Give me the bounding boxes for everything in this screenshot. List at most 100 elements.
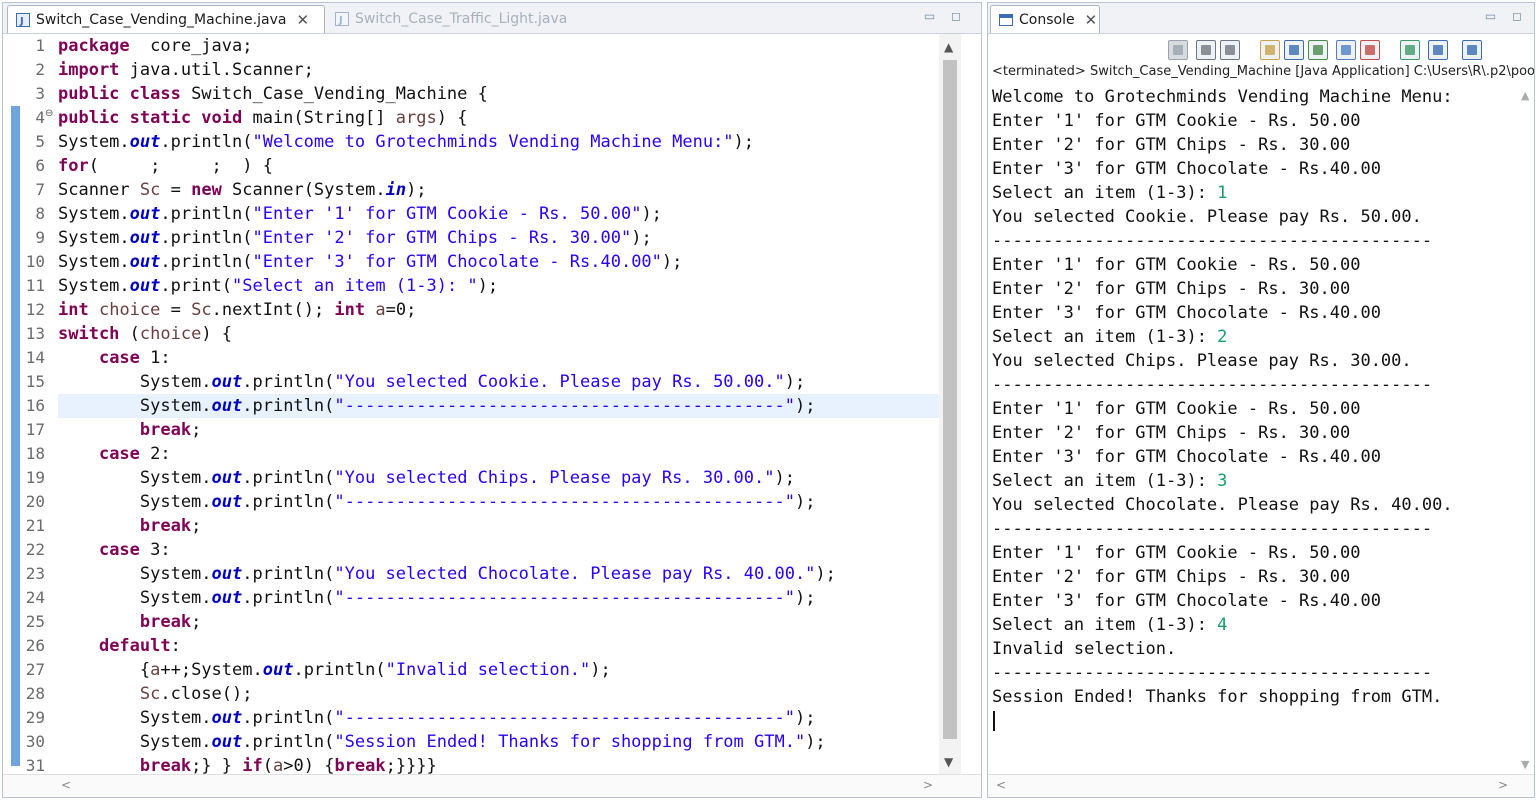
code-line[interactable]: System.out.println("--------------------… — [58, 586, 939, 610]
line-number: 14 — [25, 348, 45, 367]
code-area[interactable]: package core_java; import java.util.Scann… — [58, 34, 939, 776]
code-token: out — [211, 588, 243, 608]
code-line[interactable]: System.out.println("--------------------… — [58, 706, 939, 730]
close-icon[interactable]: ✕ — [296, 11, 309, 29]
code-token: break — [139, 756, 192, 776]
code-token: out — [211, 732, 243, 752]
code-line[interactable]: for( ; ; ) { — [58, 154, 939, 178]
console-line: ----------------------------------------… — [992, 373, 1432, 397]
code-token: for — [58, 156, 89, 176]
code-token: ); — [590, 660, 611, 680]
close-icon[interactable]: ✕ — [1085, 11, 1098, 29]
code-token: "Select an item (1-3): " — [232, 276, 478, 296]
code-token: System. — [58, 396, 212, 416]
code-token: { — [58, 660, 151, 680]
console-horizontal-scrollbar[interactable]: < > — [988, 774, 1534, 797]
scroll-down-icon[interactable]: ▼ — [1521, 758, 1529, 771]
code-line[interactable]: public class Switch_Case_Vending_Machine… — [58, 82, 939, 106]
scroll-thumb[interactable] — [943, 60, 957, 739]
word-wrap-icon[interactable] — [1308, 40, 1328, 60]
console-line: Enter '3' for GTM Chocolate - Rs.40.00 — [992, 301, 1381, 325]
remove-all-icon[interactable] — [1220, 40, 1240, 60]
code-line[interactable]: break; — [58, 418, 939, 442]
scroll-down-icon[interactable]: ▼ — [944, 755, 953, 769]
tab-vending-machine[interactable]: J Switch_Case_Vending_Machine.java ✕ — [7, 5, 325, 33]
console-window-controls[interactable]: ▭ ◻ — [1485, 9, 1528, 23]
code-line[interactable]: case 1: — [58, 346, 939, 370]
svg-text:J: J — [338, 15, 343, 26]
code-line[interactable]: System.out.println("Enter '2' for GTM Ch… — [58, 226, 939, 250]
code-line[interactable]: System.out.println("Enter '1' for GTM Co… — [58, 202, 939, 226]
code-line[interactable]: System.out.println("Session Ended! Thank… — [58, 730, 939, 754]
code-line[interactable]: System.out.println("You selected Chocola… — [58, 562, 939, 586]
code-line[interactable]: System.out.println("You selected Cookie.… — [58, 370, 939, 394]
code-token: ); — [406, 180, 427, 200]
code-token: "Session Ended! Thanks for shopping from… — [334, 732, 806, 752]
code-line[interactable]: Sc.close(); — [58, 682, 939, 706]
code-token: out — [129, 204, 161, 224]
code-line[interactable]: int choice = Sc.nextInt(); int a=0; — [58, 298, 939, 322]
code-line[interactable]: public static void main(String[] args) { — [58, 106, 939, 130]
code-line[interactable]: System.out.println("You selected Chips. … — [58, 466, 939, 490]
tab-traffic-light[interactable]: J Switch_Case_Traffic_Light.java — [327, 5, 567, 33]
code-token: case — [98, 444, 140, 464]
code-line[interactable]: package core_java; — [58, 34, 939, 58]
tab-console[interactable]: Console ✕ — [990, 5, 1100, 33]
code-line[interactable]: break; — [58, 514, 939, 538]
code-line[interactable]: Scanner Sc = new Scanner(System.in); — [58, 178, 939, 202]
line-number: 23 — [25, 564, 45, 583]
terminate-icon[interactable] — [1168, 40, 1188, 60]
console-text: ----------------------------------------… — [992, 663, 1433, 683]
code-line[interactable]: System.out.print("Select an item (1-3): … — [58, 274, 939, 298]
editor-horizontal-scrollbar[interactable]: < > — [3, 774, 981, 797]
clear-console-icon[interactable] — [1260, 40, 1280, 60]
code-line[interactable]: case 3: — [58, 538, 939, 562]
code-token: .println( — [160, 228, 253, 248]
scroll-right-icon[interactable]: > — [923, 778, 933, 792]
code-line[interactable]: System.out.println("Welcome to Grotechmi… — [58, 130, 939, 154]
show-stderr-icon[interactable] — [1360, 40, 1380, 60]
line-number: 7 — [35, 180, 45, 199]
code-line[interactable]: System.out.println("Enter '3' for GTM Ch… — [58, 250, 939, 274]
scroll-up-icon[interactable]: ▲ — [1521, 89, 1529, 102]
code-line[interactable]: import java.util.Scanner; — [58, 58, 939, 82]
code-token: 3: — [139, 540, 171, 560]
pin-console-icon[interactable] — [1400, 40, 1420, 60]
console-line: Enter '2' for GTM Chips - Rs. 30.00 — [992, 421, 1350, 445]
code-editor[interactable]: 1 2 3 4 ⊖ 5 6 7 8 9 10 11 12 13 14 15 16 17 18 19 20 21 22 23 24… — [3, 34, 981, 776]
open-console-icon[interactable] — [1462, 40, 1482, 60]
editor-vertical-scrollbar[interactable]: ▲ ▼ — [939, 34, 961, 775]
scroll-up-icon[interactable]: ▲ — [944, 40, 953, 54]
fold-icon[interactable]: ⊖ — [45, 102, 53, 126]
code-line[interactable]: {a++;System.out.println("Invalid selecti… — [58, 658, 939, 682]
console-output[interactable]: Welcome to Grotechminds Vending Machine … — [992, 85, 1516, 775]
scroll-lock-icon[interactable] — [1284, 40, 1304, 60]
show-stdout-icon[interactable] — [1336, 40, 1356, 60]
scroll-left-icon[interactable]: < — [996, 778, 1006, 792]
display-console-icon[interactable] — [1428, 40, 1448, 60]
console-line: ----------------------------------------… — [992, 229, 1432, 253]
remove-launch-icon[interactable] — [1196, 40, 1216, 60]
code-line[interactable]: System.out.println("--------------------… — [58, 490, 939, 514]
code-line[interactable]: System.out.println("--------------------… — [58, 394, 939, 418]
code-token: .println( — [242, 468, 335, 488]
code-line[interactable]: break; — [58, 610, 939, 634]
code-line[interactable]: case 2: — [58, 442, 939, 466]
code-token: out — [211, 564, 243, 584]
scroll-left-icon[interactable]: < — [61, 778, 71, 792]
scroll-right-icon[interactable]: > — [1498, 778, 1508, 792]
code-line[interactable]: switch (choice) { — [58, 322, 939, 346]
code-token: ); — [805, 732, 826, 752]
java-file-icon: J — [335, 12, 349, 26]
pin-console-icon-glyph — [1405, 45, 1415, 55]
code-token: System. — [58, 228, 130, 248]
console-vertical-scrollbar[interactable]: ▲ ▼ — [1518, 85, 1534, 775]
code-token: break — [139, 516, 192, 536]
code-token: a — [273, 756, 284, 776]
code-token: out — [211, 396, 243, 416]
console-line: Invalid selection. — [992, 637, 1176, 661]
code-token: .println( — [160, 204, 253, 224]
editor-window-controls[interactable]: ▭ ◻ — [924, 9, 967, 23]
code-line[interactable]: default: — [58, 634, 939, 658]
